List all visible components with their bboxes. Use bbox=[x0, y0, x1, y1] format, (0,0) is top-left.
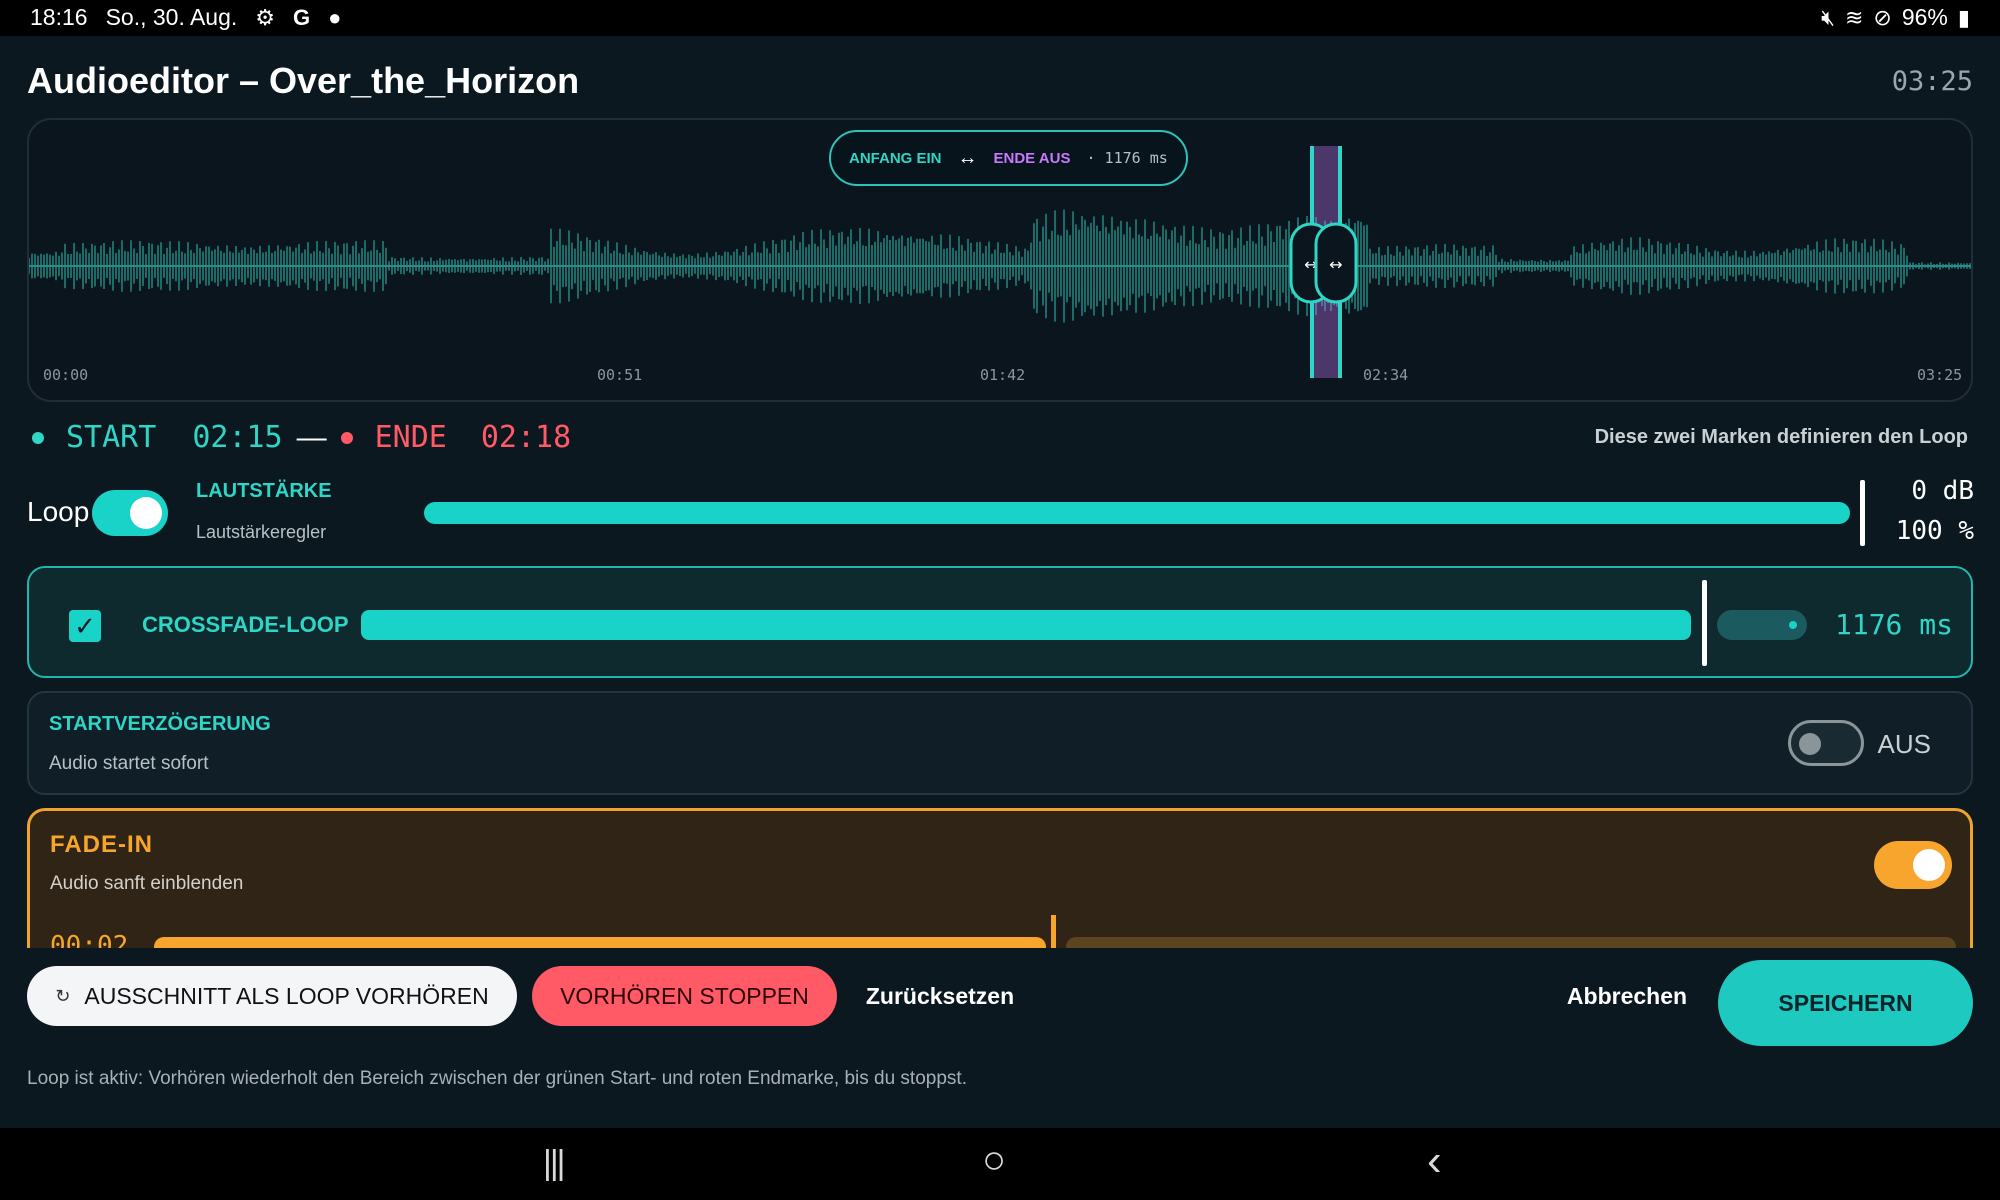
fade-in-time: 00:02 bbox=[50, 931, 129, 948]
status-date: So., 30. Aug. bbox=[105, 4, 238, 30]
fade-in-subtitle: Audio sanft einblenden bbox=[50, 873, 244, 894]
fade-in-card: FADE-IN Audio sanft einblenden 00:02 bbox=[27, 808, 1973, 948]
battery-icon: ▮ bbox=[1957, 4, 1970, 30]
crossfade-label: CROSSFADE-LOOP bbox=[142, 612, 349, 637]
pill-duration: · 1176 ms bbox=[1086, 149, 1168, 167]
gear-icon: ⚙ bbox=[255, 4, 276, 30]
fade-in-slider-track[interactable] bbox=[154, 937, 1046, 948]
page-title: Audioeditor – Over_the_Horizon bbox=[27, 60, 580, 101]
refresh-icon: ↻ bbox=[55, 985, 71, 1006]
total-duration: 03:25 bbox=[1891, 66, 1973, 97]
tick-label: 02:34 bbox=[1363, 366, 1409, 384]
end-label: ENDE bbox=[374, 420, 447, 455]
tick-label: 03:25 bbox=[1917, 366, 1963, 384]
stop-preview-button[interactable]: VORHÖREN STOPPEN bbox=[532, 966, 837, 1026]
pill-start-label: ANFANG EIN bbox=[849, 149, 942, 167]
crossfade-slider-track[interactable] bbox=[361, 610, 1691, 640]
fade-in-slider-remaining[interactable] bbox=[1066, 937, 1956, 948]
battery-level: 96% bbox=[1901, 4, 1948, 30]
toggle-knob bbox=[130, 497, 162, 529]
marker-separator: — bbox=[296, 420, 327, 454]
tick-label: 00:51 bbox=[597, 366, 643, 384]
reset-button[interactable]: Zurücksetzen bbox=[866, 966, 1014, 1026]
back-icon[interactable]: ‹ bbox=[1427, 1136, 1442, 1186]
crossfade-indicator: ANFANG EIN ↔ ENDE AUS · 1176 ms bbox=[829, 130, 1188, 186]
volume-title: LAUTSTÄRKE bbox=[196, 480, 332, 502]
system-nav-bar: ||| ○ ‹ bbox=[0, 1128, 2000, 1200]
start-delay-title: STARTVERZÖGERUNG bbox=[49, 713, 271, 735]
crossfade-checkbox[interactable]: ✓ bbox=[69, 610, 101, 642]
start-dot-icon bbox=[32, 431, 44, 444]
loop-info-note: Loop ist aktiv: Vorhören wiederholt den … bbox=[27, 1068, 967, 1089]
volume-subtitle: Lautstärkeregler bbox=[196, 522, 327, 542]
tick-label: 01:42 bbox=[980, 366, 1026, 384]
volume-db: 0 dB bbox=[1911, 476, 1974, 506]
dnd-icon: ⊘ bbox=[1873, 4, 1892, 30]
start-delay-card: STARTVERZÖGERUNG Audio startet sofort AU… bbox=[27, 691, 1973, 795]
crossfade-value: 1176 ms bbox=[1834, 608, 1953, 641]
action-bar: ↻ AUSSCHNITT ALS LOOP VORHÖREN VORHÖREN … bbox=[0, 948, 2000, 1128]
volume-slider-track[interactable] bbox=[424, 502, 1850, 524]
loop-toggle[interactable] bbox=[92, 490, 168, 536]
status-time: 18:16 bbox=[30, 4, 88, 30]
preview-loop-label: AUSSCHNITT ALS LOOP VORHÖREN bbox=[84, 982, 489, 1009]
fade-in-title: FADE-IN bbox=[50, 831, 153, 858]
toggle-knob bbox=[1799, 733, 1821, 755]
crossfade-slider-remaining[interactable] bbox=[1717, 610, 1807, 640]
tick-label: 00:00 bbox=[43, 366, 89, 384]
fade-in-toggle[interactable] bbox=[1874, 841, 1952, 889]
status-bar: 18:16 So., 30. Aug. ⚙ G ● 🔇︎ ≋ ⊘ 96% ▮ bbox=[0, 0, 2000, 36]
cancel-button[interactable]: Abbrechen bbox=[1560, 966, 1694, 1026]
toggle-knob bbox=[1913, 849, 1945, 881]
marker-row: START 02:15 — ENDE 02:18 bbox=[32, 420, 571, 455]
end-time[interactable]: 02:18 bbox=[481, 420, 571, 455]
start-label: START bbox=[66, 420, 157, 455]
start-delay-toggle[interactable] bbox=[1788, 720, 1864, 766]
home-icon[interactable]: ○ bbox=[982, 1138, 1006, 1183]
start-delay-subtitle: Audio startet sofort bbox=[49, 753, 209, 774]
loop-label: Loop bbox=[27, 496, 90, 527]
preview-loop-button[interactable]: ↻ AUSSCHNITT ALS LOOP VORHÖREN bbox=[27, 966, 517, 1026]
crossfade-card: ✓ CROSSFADE-LOOP 1176 ms bbox=[27, 566, 1973, 678]
fade-in-slider-thumb[interactable] bbox=[1051, 915, 1056, 948]
swap-arrow-icon: ↔ bbox=[957, 146, 978, 169]
recents-icon[interactable]: ||| bbox=[543, 1144, 565, 1183]
end-dot-icon bbox=[340, 431, 353, 444]
crossfade-slider-thumb[interactable] bbox=[1702, 580, 1707, 666]
start-time[interactable]: 02:15 bbox=[192, 420, 282, 455]
volume-percent: 100 % bbox=[1895, 516, 1974, 546]
volume-slider-thumb[interactable] bbox=[1860, 480, 1865, 546]
start-delay-state: AUS bbox=[1877, 729, 1931, 759]
save-button[interactable]: SPEICHERN bbox=[1718, 960, 1973, 1046]
pill-end-label: ENDE AUS bbox=[993, 149, 1071, 167]
wifi-icon: ≋ bbox=[1844, 4, 1864, 30]
mute-icon: 🔇︎ bbox=[1821, 4, 1835, 30]
drag-arrows-icon: ↔ bbox=[1329, 255, 1342, 274]
google-icon: G bbox=[293, 4, 311, 30]
marker-hint: Diese zwei Marken definieren den Loop bbox=[1594, 426, 1968, 448]
keyhole-icon: ● bbox=[328, 4, 342, 30]
waveform-panel[interactable]: ↔ ↔ 00:00 00:51 01:42 02:34 03:25 ANFANG … bbox=[27, 118, 1973, 402]
